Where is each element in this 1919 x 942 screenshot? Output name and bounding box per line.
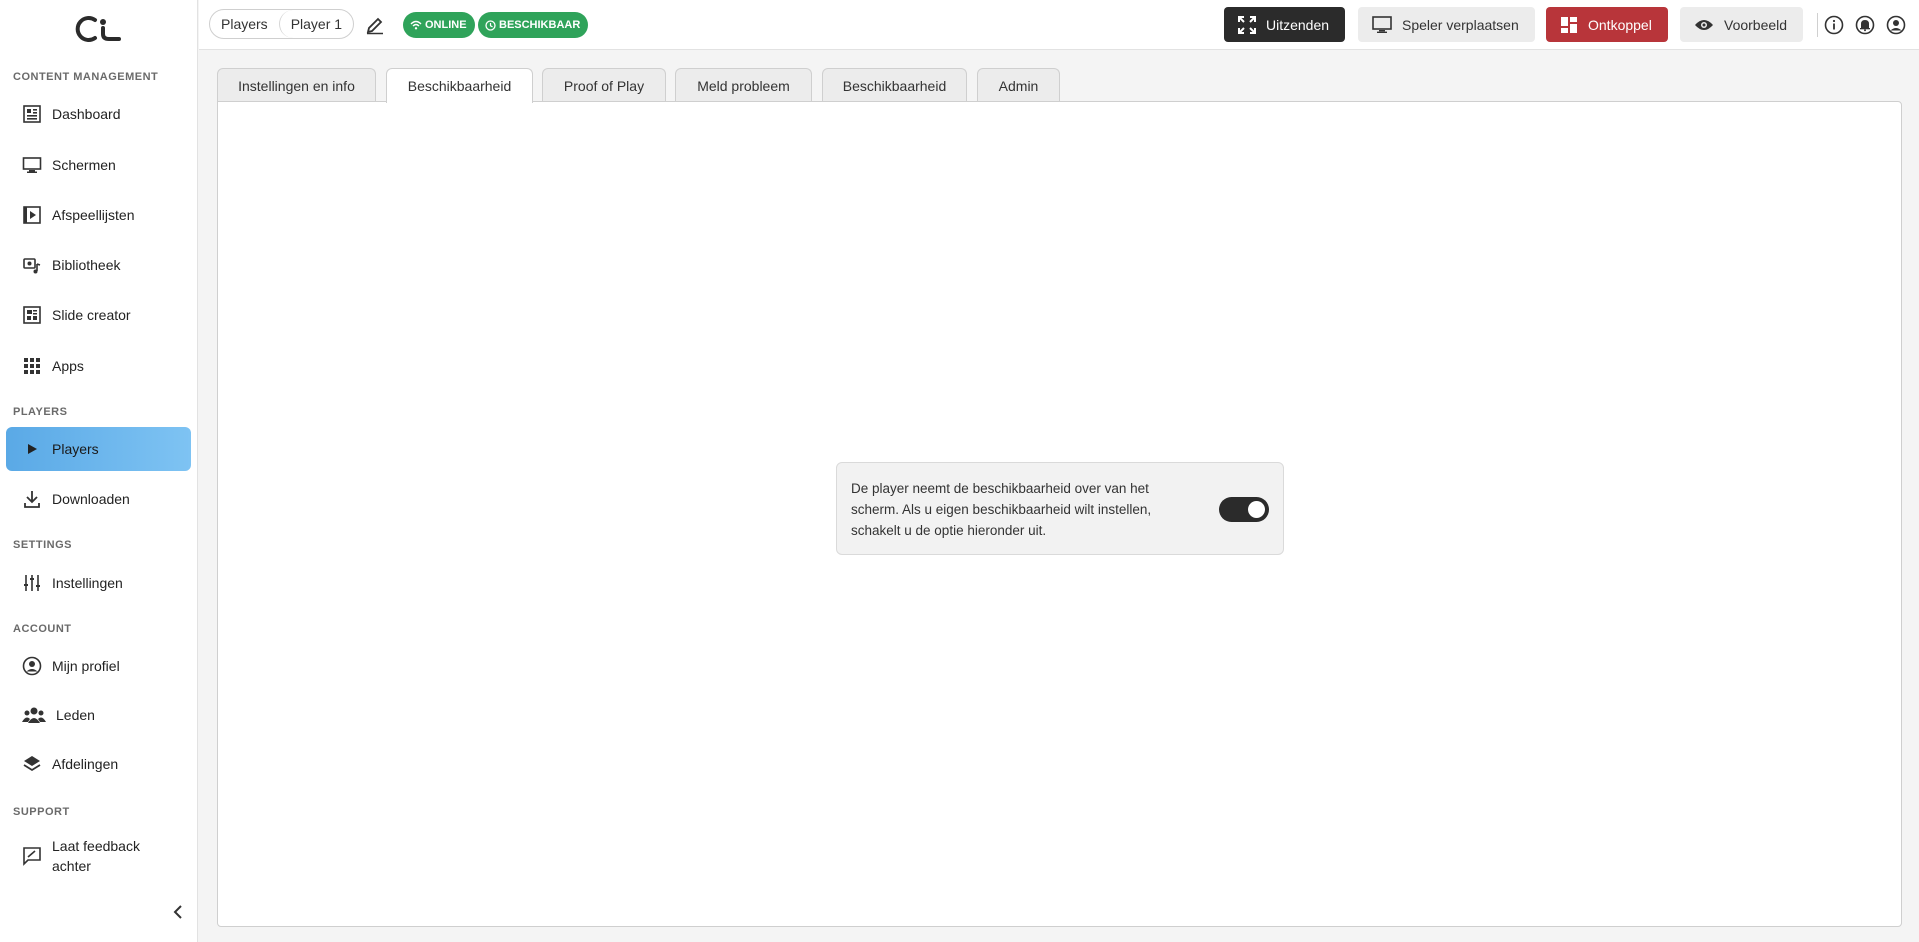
sidebar-item-afdelingen[interactable]: Afdelingen	[6, 742, 191, 786]
sidebar-item-label: Dashboard	[52, 106, 121, 122]
feedback-label-line2: achter	[52, 858, 91, 874]
fullscreen-icon	[1238, 15, 1256, 34]
sidebar-item-label: Bibliotheek	[52, 257, 121, 273]
chevron-left-icon	[173, 905, 182, 919]
playlist-icon	[22, 205, 42, 225]
breadcrumb-players[interactable]: Players	[210, 10, 279, 38]
toolbar-divider	[1817, 13, 1818, 37]
tab-content-panel: De player neemt de beschikbaarheid over …	[217, 101, 1902, 927]
section-title-players: PLAYERS	[13, 406, 68, 418]
uitzenden-button[interactable]: Uitzenden	[1224, 7, 1346, 42]
sidebar-item-leden[interactable]: Leden	[6, 693, 191, 737]
sidebar-item-label: Leden	[56, 707, 95, 723]
tab-proof-of-play[interactable]: Proof of Play	[542, 68, 666, 102]
sidebar-item-bibliotheek[interactable]: Bibliotheek	[6, 243, 191, 287]
sidebar-item-players[interactable]: Players	[6, 427, 191, 471]
badge-label: BESCHIKBAAR	[499, 19, 581, 31]
sidebar-item-instellingen[interactable]: Instellingen	[6, 561, 191, 605]
info-icon[interactable]	[1822, 13, 1846, 37]
sidebar-item-label: Laat feedback achter	[52, 836, 140, 876]
top-bar: Players Player 1 ONLINE BESCHIKBAAR Uitz…	[199, 0, 1919, 50]
tab-admin[interactable]: Admin	[977, 68, 1060, 102]
sliders-icon	[22, 573, 42, 593]
sidebar-item-label: Afspeellijsten	[52, 207, 135, 223]
tab-beschikbaarheid-2[interactable]: Beschikbaarheid	[822, 68, 967, 102]
badge-label: ONLINE	[425, 19, 467, 31]
eye-icon	[1695, 19, 1713, 30]
button-label: Uitzenden	[1266, 16, 1330, 33]
speler-verplaatsen-button[interactable]: Speler verplaatsen	[1358, 7, 1535, 42]
sidebar-item-label: Downloaden	[52, 491, 130, 507]
sidebar-item-dashboard[interactable]: Dashboard	[6, 92, 191, 136]
account-icon[interactable]	[1884, 13, 1908, 37]
app-logo[interactable]	[73, 14, 123, 44]
bell-icon[interactable]	[1853, 13, 1877, 37]
wifi-icon	[410, 20, 422, 30]
toggle-knob	[1248, 501, 1265, 518]
tab-instellingen-en-info[interactable]: Instellingen en info	[217, 68, 376, 102]
monitor-icon	[1372, 15, 1392, 33]
clock-icon	[485, 19, 496, 31]
notice-line-2: scherm. Als u eigen beschikbaarheid wilt…	[851, 502, 1152, 517]
tab-meld-probleem[interactable]: Meld probleem	[675, 68, 812, 102]
play-icon	[22, 439, 42, 459]
sidebar-item-label: Instellingen	[52, 575, 123, 591]
button-label: Speler verplaatsen	[1402, 16, 1519, 33]
layers-icon	[22, 754, 42, 774]
profile-icon	[22, 656, 42, 676]
sidebar-item-apps[interactable]: Apps	[6, 344, 191, 388]
section-title-content: CONTENT MANAGEMENT	[13, 71, 159, 83]
edit-name-button[interactable]	[363, 13, 387, 37]
status-badge-online: ONLINE	[403, 12, 475, 38]
breadcrumb: Players Player 1	[209, 9, 355, 39]
breadcrumb-player-1[interactable]: Player 1	[278, 10, 353, 38]
tab-beschikbaarheid[interactable]: Beschikbaarheid	[386, 68, 533, 103]
voorbeeld-button[interactable]: Voorbeeld	[1680, 7, 1804, 42]
slide-creator-icon	[22, 305, 42, 325]
sidebar-item-label: Slide creator	[52, 307, 131, 323]
ontkoppel-button[interactable]: Ontkoppel	[1546, 7, 1668, 42]
sidebar: CONTENT MANAGEMENT Dashboard Schermen Af…	[0, 0, 198, 942]
sidebar-item-label: Schermen	[52, 157, 116, 173]
availability-inherit-card: De player neemt de beschikbaarheid over …	[836, 462, 1284, 555]
button-label: Voorbeeld	[1724, 16, 1788, 33]
sidebar-item-downloaden[interactable]: Downloaden	[6, 477, 191, 521]
group-icon	[22, 705, 46, 725]
availability-inherit-text: De player neemt de beschikbaarheid over …	[851, 478, 1196, 541]
sidebar-item-label: Afdelingen	[52, 756, 119, 772]
sidebar-item-label: Apps	[52, 358, 84, 374]
feedback-icon	[22, 846, 42, 866]
sidebar-item-slide-creator[interactable]: Slide creator	[6, 293, 191, 337]
inherit-availability-toggle[interactable]	[1219, 497, 1269, 522]
notice-line-1: De player neemt de beschikbaarheid over …	[851, 481, 1149, 496]
sidebar-item-mijn-profiel[interactable]: Mijn profiel	[6, 644, 191, 688]
sidebar-item-schermen[interactable]: Schermen	[6, 143, 191, 187]
media-library-icon	[22, 255, 42, 275]
section-title-support: SUPPORT	[13, 806, 70, 818]
sidebar-item-label: Mijn profiel	[52, 658, 120, 674]
sidebar-item-afspeellijsten[interactable]: Afspeellijsten	[6, 193, 191, 237]
collapse-sidebar-button[interactable]	[168, 900, 188, 924]
sidebar-item-feedback[interactable]: Laat feedback achter	[6, 831, 191, 881]
status-badge-beschikbaar: BESCHIKBAAR	[478, 12, 589, 38]
section-title-account: ACCOUNT	[13, 623, 72, 635]
sidebar-item-label: Players	[52, 441, 99, 457]
button-label: Ontkoppel	[1588, 16, 1652, 33]
dashboard-icon	[22, 104, 42, 124]
download-icon	[22, 489, 42, 509]
feedback-label-line1: Laat feedback	[52, 838, 140, 854]
section-title-settings: SETTINGS	[13, 539, 73, 551]
unlink-grid-icon	[1561, 16, 1577, 33]
apps-grid-icon	[22, 356, 42, 376]
monitor-icon	[22, 155, 42, 175]
notice-line-3: schakelt u de optie hieronder uit.	[851, 523, 1047, 538]
pencil-icon	[366, 17, 383, 35]
